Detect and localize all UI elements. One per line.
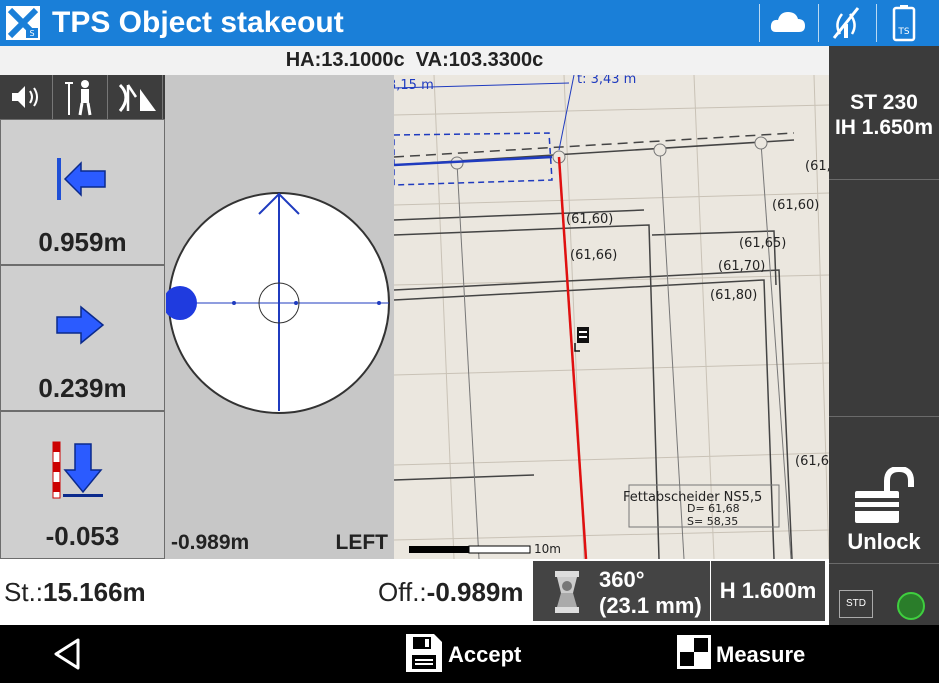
map-label: (61,60) (566, 212, 614, 227)
map-label: (61,60) (772, 198, 820, 213)
bottom-navigation: Accept Measure (0, 625, 939, 683)
angle-readout: HA:13.1000c VA:103.3300c (0, 46, 829, 75)
map-label: 3,15 m (394, 78, 434, 93)
map-label: (61,66 (795, 454, 829, 469)
back-icon (54, 638, 80, 670)
back-button[interactable] (52, 637, 82, 676)
station-chainage-value: 15.166m (43, 577, 146, 607)
nav-cell-down: -0.053 (0, 411, 165, 559)
target-view (166, 192, 390, 414)
surveyor-marker (574, 327, 589, 352)
prism-icon (555, 571, 579, 613)
battery-icon[interactable]: TS (886, 4, 926, 42)
left-distance: 0.959m (38, 227, 127, 257)
target-height-button[interactable]: H 1.600m (711, 561, 825, 621)
prism-constant: (23.1 mm) (599, 593, 702, 618)
target-offset-value: -0.989m (171, 531, 250, 554)
speaker-icon (12, 86, 38, 108)
measure-label: Measure (716, 642, 806, 667)
bottom-info-bar: St.:15.166m Off.:-0.989m 360° (23.1 mm) … (0, 559, 829, 625)
arrow-left-icon (57, 158, 106, 200)
nav-cell-left: 0.959m (0, 119, 165, 265)
surveyor-icon (65, 80, 92, 116)
prism-button[interactable]: 360° (23.1 mm) (533, 561, 710, 621)
measure-icon (677, 635, 711, 669)
map-label: D= 61,68 (687, 502, 740, 515)
station-chainage: St.:15.166m (4, 577, 146, 607)
no-signal-icon[interactable] (826, 4, 866, 42)
std-button[interactable]: STD (839, 590, 873, 618)
horizontal-angle: HA:13.1000c (285, 49, 405, 71)
scale-label: 10m (534, 542, 561, 556)
map-label: S= 58,35 (687, 515, 739, 528)
unlock-label: Unlock (847, 529, 921, 554)
app-logo-icon[interactable]: S (6, 6, 40, 40)
vertical-angle: VA:103.3300c (415, 49, 544, 71)
tool-icon-bar (0, 75, 165, 119)
unlock-icon (855, 467, 914, 523)
offset-info: Off.:-0.989m (378, 577, 524, 607)
map-canvas (394, 75, 829, 559)
divider (818, 4, 819, 42)
arrow-down-icon (52, 441, 103, 499)
unlock-button[interactable]: Unlock (829, 416, 939, 564)
map-label: (61,65) (739, 236, 787, 251)
station-info[interactable]: ST 230 IH 1.650m (829, 46, 939, 180)
svg-text:S: S (29, 29, 34, 38)
scale-bar (409, 546, 469, 553)
map-label: (61,6 (805, 159, 829, 174)
stakeout-guidance-panel: 0.959m 0.239m -0.053 -0.989m LEFT (0, 75, 394, 559)
prism-mode-button[interactable] (110, 75, 163, 119)
map-label: (61,70) (718, 259, 766, 274)
arrow-right-icon (56, 305, 105, 345)
right-distance: 0.239m (38, 373, 127, 403)
divider (876, 4, 877, 42)
speaker-button[interactable] (0, 75, 53, 119)
status-indicator-icon[interactable] (897, 592, 925, 620)
direction-label: LEFT (335, 531, 389, 554)
prism-mode-icon (118, 83, 156, 112)
map-label: (61,80) (710, 288, 758, 303)
offset-value: -0.989m (426, 577, 524, 607)
cloud-icon[interactable] (768, 4, 808, 42)
divider (759, 4, 760, 42)
instrument-height: IH 1.650m (834, 116, 934, 139)
right-panel: ST 230 IH 1.650m Unlock STD (829, 46, 939, 625)
save-icon (406, 634, 442, 672)
page-title: TPS Object stakeout (52, 6, 344, 39)
nav-cell-right: 0.239m (0, 265, 165, 411)
height-difference: -0.053 (45, 521, 120, 551)
svg-text:TS: TS (897, 27, 909, 37)
station-name: ST 230 (850, 91, 918, 114)
map-label: t: 3,43 m (577, 75, 637, 87)
surveyor-button[interactable] (55, 75, 108, 119)
title-bar: S TPS Object stakeout TS (0, 0, 939, 46)
prism-angle: 360° (599, 567, 645, 592)
map-view[interactable]: (61,60) (61,66) (61,60) (61,65) (61,70) … (394, 75, 829, 559)
accept-label: Accept (448, 642, 522, 667)
map-label: (61,66) (570, 248, 618, 263)
